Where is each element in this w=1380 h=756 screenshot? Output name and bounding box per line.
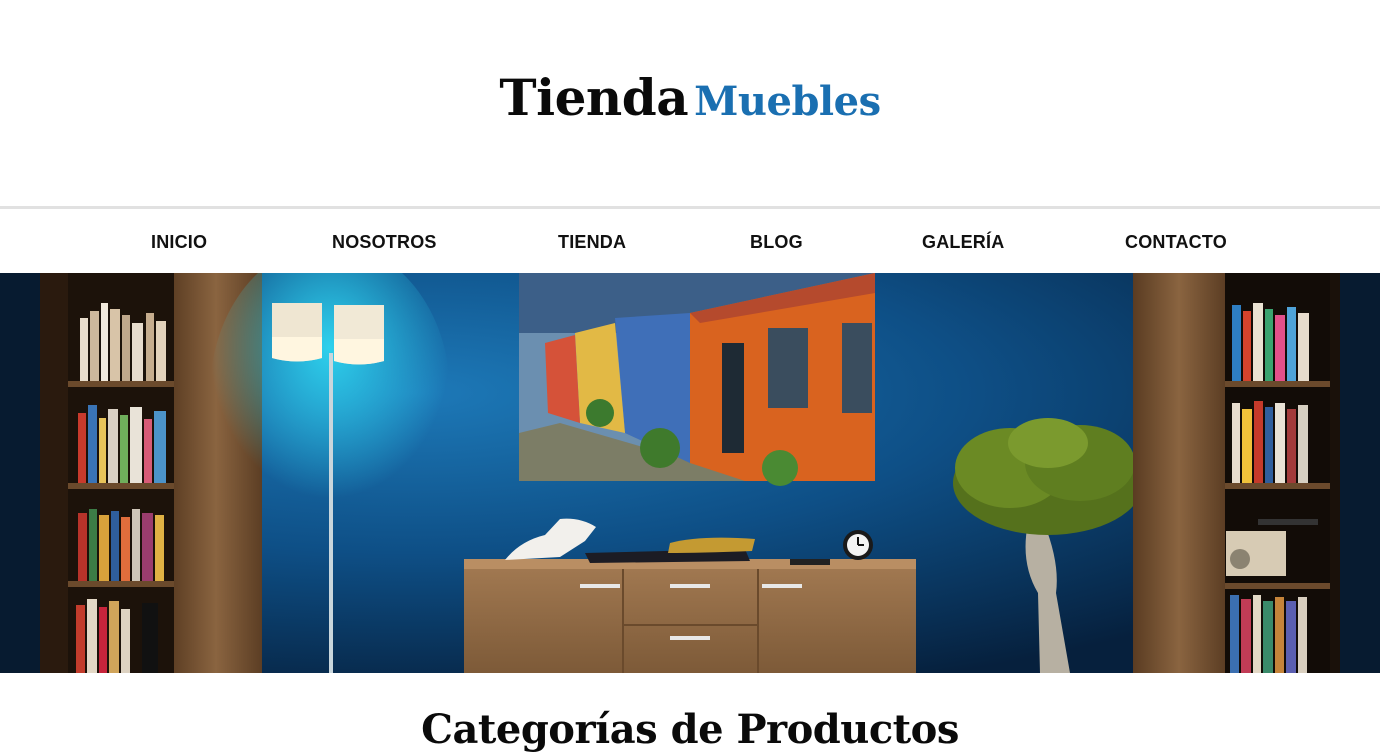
site-header: Tienda Muebles (0, 0, 1380, 206)
sideboard-dresser (464, 518, 916, 673)
logo-word-muebles: Muebles (694, 78, 881, 125)
nav-item-galeria[interactable]: GALERÍA (922, 232, 1004, 253)
nav-item-blog[interactable]: BLOG (750, 232, 803, 253)
main-navigation: INICIO NOSOTROS TIENDA BLOG GALERÍA CONT… (0, 206, 1380, 273)
nav-item-tienda[interactable]: TIENDA (558, 232, 626, 253)
nav-item-nosotros[interactable]: NOSOTROS (332, 232, 437, 253)
section-title: Categorías de Productos (421, 706, 959, 753)
hero-banner-image (0, 273, 1380, 673)
logo-word-tienda: Tienda (499, 68, 689, 127)
nav-item-contacto[interactable]: CONTACTO (1125, 232, 1227, 253)
right-bookshelf (1133, 273, 1340, 673)
wall-painting (519, 273, 875, 486)
nav-item-inicio[interactable]: INICIO (151, 232, 207, 253)
site-logo[interactable]: Tienda Muebles (0, 68, 1380, 127)
